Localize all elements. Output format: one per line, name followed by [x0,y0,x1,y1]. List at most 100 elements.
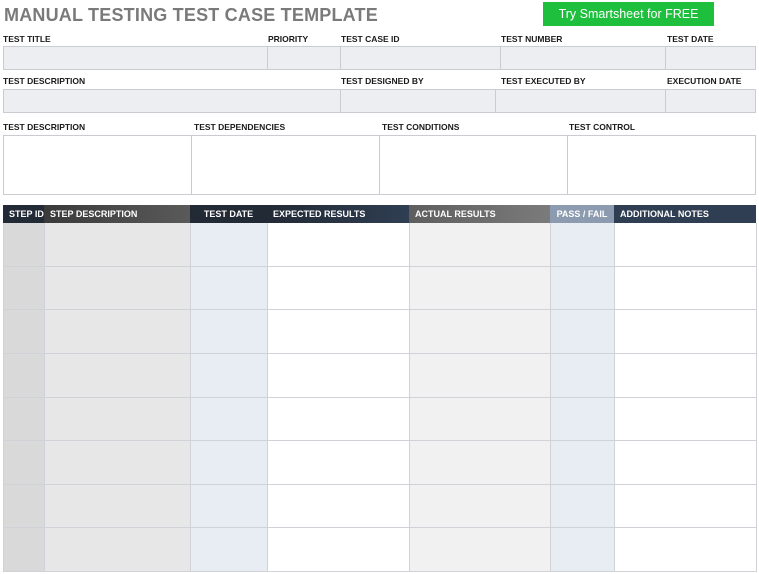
test-designed-by-field[interactable] [340,89,496,113]
test-designed-by-label: TEST DESIGNED BY [341,76,424,86]
table-row [4,353,757,398]
expected-results-cell[interactable] [268,353,410,398]
additional-notes-cell[interactable] [615,441,757,485]
execution-date-label: EXECUTION DATE [667,76,742,86]
expected-results-cell[interactable] [268,266,410,311]
expected-results-cell[interactable] [268,484,410,529]
expected-results-cell[interactable] [268,223,410,267]
step-description-cell[interactable] [45,441,191,485]
step-id-cell[interactable] [4,310,45,354]
expected-results-cell[interactable] [268,528,410,572]
actual-results-cell[interactable] [410,223,551,267]
step-description-cell[interactable] [45,397,191,442]
step-id-cell[interactable] [4,528,45,572]
pass-fail-cell[interactable] [551,397,615,442]
pass-fail-cell[interactable] [551,441,615,485]
test-date-cell[interactable] [191,353,268,398]
test-description-box[interactable] [3,135,192,195]
test-description-label: TEST DESCRIPTION [3,76,86,86]
test-title-label: TEST TITLE [3,34,51,44]
test-date-header-label: TEST DATE [203,209,254,219]
pass-fail-cell[interactable] [551,484,615,529]
additional-notes-cell[interactable] [615,310,757,354]
pass-fail-header: PASS / FAIL [550,205,614,223]
step-id-cell[interactable] [4,484,45,529]
test-executed-by-label: TEST EXECUTED BY [501,76,586,86]
actual-results-cell[interactable] [410,441,551,485]
step-description-cell[interactable] [45,484,191,529]
test-number-field[interactable] [500,46,666,70]
expected-results-cell[interactable] [268,397,410,442]
table-row [4,484,757,529]
test-number-label: TEST NUMBER [501,34,563,44]
page-title: MANUAL TESTING TEST CASE TEMPLATE [4,5,378,25]
step-description-cell[interactable] [45,528,191,572]
pass-fail-cell[interactable] [551,353,615,398]
additional-notes-header: ADDITIONAL NOTES [614,205,756,223]
test-control-box[interactable] [567,135,756,195]
expected-results-cell[interactable] [268,441,410,485]
step-id-cell[interactable] [4,223,45,267]
test-conditions-label: TEST CONDITIONS [382,122,460,132]
step-description-header: STEP DESCRIPTION [44,205,190,223]
test-case-id-field[interactable] [340,46,501,70]
table-row [4,441,757,485]
test-date-cell[interactable] [191,310,268,354]
pass-fail-cell[interactable] [551,528,615,572]
additional-notes-cell[interactable] [615,353,757,398]
actual-results-cell[interactable] [410,353,551,398]
test-date-cell[interactable] [191,528,268,572]
try-smartsheet-button[interactable]: Try Smartsheet for FREE [543,2,714,26]
step-id-cell[interactable] [4,266,45,311]
additional-notes-cell[interactable] [615,223,757,267]
execution-date-field[interactable] [665,89,756,113]
test-date-cell[interactable] [191,441,268,485]
table-row [4,310,757,354]
actual-results-header: ACTUAL RESULTS [409,205,550,223]
actual-results-header-label: ACTUAL RESULTS [415,209,496,219]
test-description-field[interactable] [3,89,341,113]
table-row [4,266,757,311]
pass-fail-cell[interactable] [551,310,615,354]
actual-results-cell[interactable] [410,266,551,311]
expected-results-header: EXPECTED RESULTS [267,205,409,223]
additional-notes-cell[interactable] [615,484,757,529]
pass-fail-cell[interactable] [551,223,615,267]
test-date-cell[interactable] [191,484,268,529]
step-id-header-label: STEP ID [9,209,44,219]
actual-results-cell[interactable] [410,484,551,529]
step-id-cell[interactable] [4,353,45,398]
step-description-cell[interactable] [45,310,191,354]
actual-results-cell[interactable] [410,397,551,442]
test-date-field[interactable] [665,46,756,70]
test-date-cell[interactable] [191,223,268,267]
additional-notes-cell[interactable] [615,266,757,311]
additional-notes-header-label: ADDITIONAL NOTES [620,209,709,219]
step-id-cell[interactable] [4,397,45,442]
expected-results-cell[interactable] [268,310,410,354]
test-title-field[interactable] [3,46,268,70]
step-description-cell[interactable] [45,223,191,267]
additional-notes-cell[interactable] [615,397,757,442]
step-description-cell[interactable] [45,353,191,398]
test-date-header: TEST DATE [190,205,267,223]
priority-field[interactable] [267,46,341,70]
test-date-cell[interactable] [191,397,268,442]
test-executed-by-field[interactable] [495,89,666,113]
step-description-cell[interactable] [45,266,191,311]
step-id-cell[interactable] [4,441,45,485]
actual-results-cell[interactable] [410,528,551,572]
actual-results-cell[interactable] [410,310,551,354]
test-control-label: TEST CONTROL [569,122,636,132]
test-date-label: TEST DATE [667,34,714,44]
table-row [4,223,757,267]
priority-label: PRIORITY [268,34,309,44]
test-conditions-box[interactable] [379,135,568,195]
expected-results-header-label: EXPECTED RESULTS [273,209,366,219]
table-row [4,528,757,572]
pass-fail-header-label: PASS / FAIL [556,209,608,219]
additional-notes-cell[interactable] [615,528,757,572]
pass-fail-cell[interactable] [551,266,615,311]
test-dependencies-box[interactable] [191,135,380,195]
test-date-cell[interactable] [191,266,268,311]
